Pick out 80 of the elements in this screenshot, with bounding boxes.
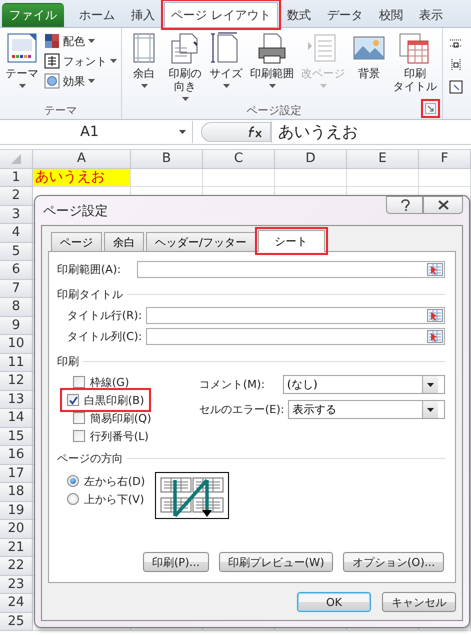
ribbon-tab[interactable]: データ bbox=[320, 3, 370, 27]
radio-button[interactable]: 上から下(V) bbox=[67, 490, 146, 508]
dialog-tab[interactable]: ページ bbox=[51, 232, 102, 251]
ribbon-tab[interactable]: 校閲 bbox=[372, 3, 410, 27]
dialog-tab[interactable]: 余白 bbox=[104, 232, 144, 251]
field-label: 印刷範囲(A): bbox=[57, 262, 122, 276]
row-header[interactable]: 1 bbox=[0, 168, 33, 187]
name-box[interactable]: A1 bbox=[0, 124, 179, 140]
checkbox[interactable]: 白黒印刷(B) bbox=[63, 391, 148, 409]
radio-button[interactable]: 左から右(D) bbox=[67, 472, 146, 490]
row-header[interactable]: 16 bbox=[0, 446, 33, 464]
ribbon-tab[interactable]: 挿入 bbox=[124, 3, 162, 27]
dialog-tab[interactable]: シート bbox=[258, 230, 325, 252]
row-header[interactable]: 13 bbox=[0, 390, 33, 409]
row-header[interactable]: 3 bbox=[0, 206, 33, 224]
section-heading: 印刷 bbox=[57, 354, 79, 369]
row-header[interactable]: 18 bbox=[0, 483, 33, 502]
dialog-button[interactable]: キャンセル bbox=[382, 592, 456, 612]
dialog-button[interactable]: 印刷(P)... bbox=[143, 552, 209, 572]
ribbon-button[interactable]: 印刷範囲 bbox=[249, 28, 295, 88]
checkbox[interactable]: 行列番号(L) bbox=[67, 427, 153, 445]
ribbon-tab[interactable]: ページ レイアウト bbox=[164, 2, 278, 27]
row-header[interactable]: 22 bbox=[0, 557, 33, 576]
ribbon-button[interactable]: 印刷の 向き bbox=[167, 28, 203, 101]
row-header[interactable]: 23 bbox=[0, 576, 33, 594]
ribbon-button[interactable]: テーマ bbox=[4, 28, 40, 88]
section-heading: 印刷タイトル bbox=[57, 287, 123, 302]
dialog-title: ページ設定 bbox=[42, 202, 108, 220]
dropdown[interactable]: (なし) bbox=[283, 375, 445, 394]
group-label: テーマ bbox=[43, 103, 78, 119]
row-header[interactable]: 4 bbox=[0, 224, 33, 242]
group-label: ページ設定 bbox=[246, 103, 302, 119]
ribbon-button[interactable]: 配色 bbox=[44, 33, 117, 49]
row-header[interactable]: 6 bbox=[0, 261, 33, 280]
field-label: タイトル列(C): bbox=[67, 328, 142, 344]
checkbox[interactable]: 枠線(G) bbox=[67, 373, 134, 391]
row-header[interactable]: 25 bbox=[0, 612, 33, 631]
field-label: タイトル行(R): bbox=[67, 308, 142, 322]
row-header[interactable]: 5 bbox=[0, 242, 33, 261]
ribbon-tab[interactable]: 表示 bbox=[412, 3, 450, 27]
row-header[interactable]: 21 bbox=[0, 538, 33, 557]
column-header[interactable]: F bbox=[419, 150, 471, 168]
ribbon-button[interactable]: サイズ bbox=[208, 28, 244, 88]
ribbon-button[interactable]: 効果 bbox=[44, 73, 117, 89]
row-header[interactable]: 15 bbox=[0, 428, 33, 446]
column-header[interactable]: A bbox=[33, 150, 131, 168]
field-label: コメント(M): bbox=[199, 377, 266, 392]
column-header[interactable]: D bbox=[275, 150, 347, 168]
row-header[interactable]: 10 bbox=[0, 335, 33, 354]
column-header[interactable]: B bbox=[131, 150, 203, 168]
dialog-button[interactable]: オプション(O)... bbox=[343, 552, 444, 572]
row-header[interactable]: 8 bbox=[0, 298, 33, 316]
checkbox[interactable]: 簡易印刷(Q) bbox=[67, 409, 156, 427]
table-cell: あいうえお bbox=[33, 168, 131, 187]
ribbon-tab[interactable]: 数式 bbox=[280, 3, 318, 27]
row-header[interactable]: 20 bbox=[0, 520, 33, 538]
row-header[interactable]: 17 bbox=[0, 464, 33, 483]
ribbon-button[interactable]: 印刷 タイトル bbox=[392, 28, 438, 101]
row-header[interactable]: 9 bbox=[0, 316, 33, 335]
dialog-tab[interactable]: ヘッダー/フッター bbox=[146, 232, 256, 251]
row-header[interactable]: 7 bbox=[0, 280, 33, 298]
row-header[interactable]: 11 bbox=[0, 354, 33, 372]
dropdown[interactable]: 表示する bbox=[288, 400, 445, 419]
formula-input[interactable]: あいうえお bbox=[271, 121, 471, 143]
field-label: セルのエラー(E): bbox=[199, 402, 284, 417]
ribbon-button[interactable]: 背景 bbox=[351, 28, 387, 88]
row-header[interactable]: 14 bbox=[0, 409, 33, 428]
ribbon-tab[interactable]: ホーム bbox=[72, 3, 122, 27]
dialog-button[interactable]: 印刷プレビュー(W) bbox=[218, 552, 334, 572]
section-heading: ページの方向 bbox=[57, 451, 123, 466]
column-header[interactable]: C bbox=[203, 150, 275, 168]
dialog-button[interactable]: OK bbox=[297, 592, 371, 612]
ribbon-tab[interactable]: ファイル bbox=[2, 3, 64, 27]
row-header[interactable]: 2 bbox=[0, 187, 33, 206]
row-header[interactable]: 24 bbox=[0, 594, 33, 612]
row-header[interactable]: 19 bbox=[0, 502, 33, 520]
column-header[interactable]: E bbox=[347, 150, 419, 168]
ribbon-button[interactable]: 余白 bbox=[126, 28, 162, 88]
row-header[interactable]: 12 bbox=[0, 372, 33, 390]
ribbon-button[interactable]: フォント bbox=[44, 53, 117, 69]
